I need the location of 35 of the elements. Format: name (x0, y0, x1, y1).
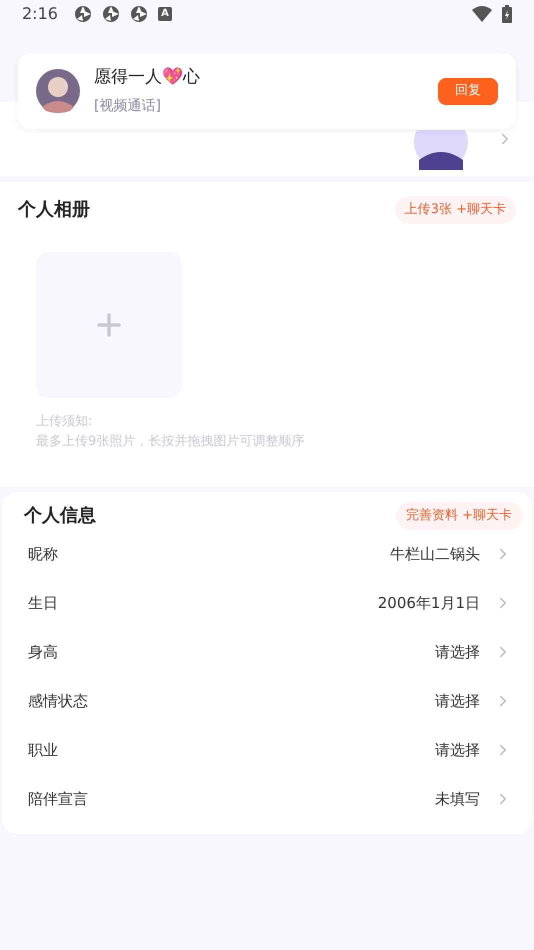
reward-tag: 上传3张 +聊天卡 (394, 196, 516, 224)
info-row[interactable]: 生日 2006年1月1日 (2, 578, 532, 628)
row-label: 昵称 (28, 544, 58, 565)
upload-hint: 最多上传9张照片，长按并拖拽图片可调整顺序 (36, 432, 306, 450)
row-label: 生日 (28, 592, 58, 614)
row-value: 未填写 (435, 788, 480, 810)
keyboard-badge: A (158, 7, 172, 21)
battery-icon (502, 5, 512, 23)
reward-tag: 完善资料 +聊天卡 (396, 502, 522, 530)
info-row[interactable]: 感情状态 请选择 (2, 676, 532, 726)
row-value: 请选择 (435, 690, 480, 712)
section-title: 个人相册 (18, 198, 90, 222)
sender-name: 愿得一人💖心 (94, 66, 200, 89)
info-row[interactable]: 身高 请选择 (2, 628, 532, 676)
row-value: 请选择 (435, 740, 480, 761)
info-row[interactable]: 陪伴宣言 未填写 (2, 774, 532, 824)
section-title: 个人信息 (24, 504, 96, 528)
row-label: 感情状态 (28, 690, 88, 712)
wifi-icon (472, 6, 492, 22)
row-value: 请选择 (435, 642, 480, 663)
aperture-icon (130, 5, 148, 23)
row-value: 2006年1月1日 (378, 592, 480, 614)
avatar-icon (36, 69, 80, 113)
aperture-icon (102, 5, 120, 23)
status-time: 2:16 (22, 3, 58, 25)
row-label: 陪伴宣言 (28, 788, 88, 810)
row-label: 身高 (28, 642, 58, 663)
row-label: 职业 (28, 740, 58, 761)
notification-card[interactable]: 愿得一人💖心 [视频通话] 回复 (18, 53, 516, 129)
info-row[interactable]: 职业 请选择 (2, 726, 532, 774)
row-value: 牛栏山二锅头 (390, 544, 480, 565)
aperture-icon (74, 5, 92, 23)
message-preview: [视频通话] (94, 97, 162, 116)
upload-hint-title: 上传须知: (36, 412, 94, 430)
info-row[interactable]: 昵称 牛栏山二锅头 (2, 530, 532, 578)
